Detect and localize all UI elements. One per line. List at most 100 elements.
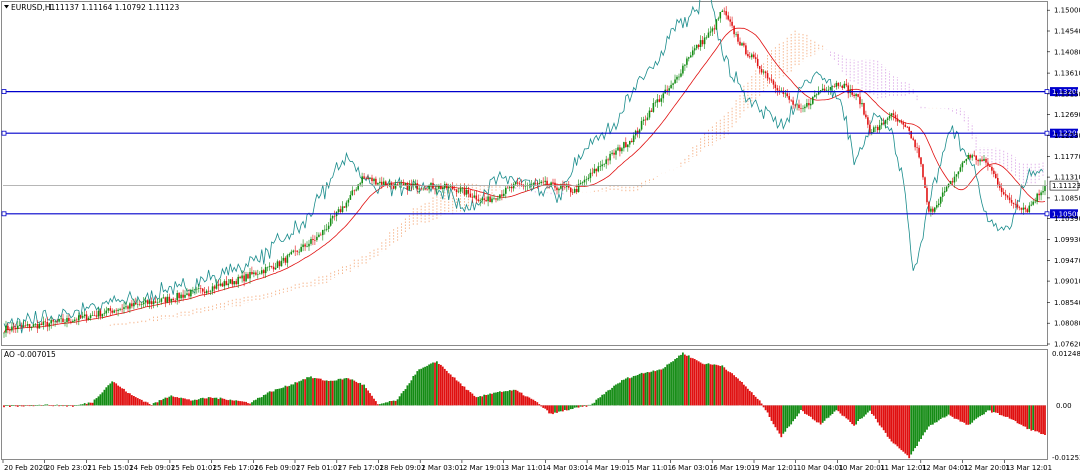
candle-body: [473, 195, 476, 198]
ao-bar: [703, 364, 706, 406]
ao-bar: [625, 378, 627, 406]
ao-bar: [428, 364, 430, 406]
ao-bar: [660, 369, 663, 406]
ao-bar: [7, 405, 9, 406]
candle-body: [642, 119, 645, 121]
ao-bar: [491, 393, 493, 406]
ao-bar: [571, 405, 574, 409]
candle-body: [922, 164, 924, 178]
ao-bar: [560, 405, 562, 412]
ao-bar: [1016, 405, 1019, 424]
ao-bar: [207, 397, 210, 406]
ao-bar: [876, 405, 879, 423]
ao-bar: [847, 405, 850, 420]
ao-bar: [152, 403, 155, 406]
ao-bar: [286, 386, 289, 406]
candle-body: [467, 189, 470, 194]
ao-bar: [432, 362, 434, 406]
candle-body: [776, 88, 779, 91]
candle-body: [640, 121, 643, 130]
candle-body: [402, 183, 405, 186]
candle-body: [176, 293, 178, 301]
ao-bar: [127, 393, 129, 406]
ao-bar: [329, 380, 332, 406]
candle-body: [760, 69, 763, 73]
ao-bar: [729, 372, 732, 406]
ao-bar: [321, 380, 324, 406]
ao-bar: [3, 405, 5, 408]
candle-body: [105, 310, 108, 314]
time-tick-label: 5 Mar 11:01: [630, 464, 672, 472]
candle-body: [581, 182, 584, 184]
candle-body: [768, 78, 771, 80]
candle-body: [251, 272, 253, 275]
candle-body: [857, 94, 859, 97]
ao-bar: [723, 367, 726, 406]
candle-body: [754, 57, 757, 59]
ao-bar: [900, 405, 903, 451]
candle-body: [611, 152, 613, 154]
candle-body: [989, 165, 991, 167]
ao-bar: [323, 380, 326, 406]
candle-body: [327, 225, 330, 229]
ao-bar: [217, 399, 220, 406]
ao-bar: [257, 397, 259, 406]
ao-bar: [363, 384, 365, 406]
candle-body: [247, 274, 249, 279]
ao-bar: [935, 405, 938, 423]
price-tick-label: 1.13150: [1054, 90, 1080, 98]
candle-body: [24, 325, 27, 327]
candle-body: [200, 288, 202, 289]
ao-bar: [823, 405, 826, 421]
candle-body: [999, 184, 1001, 188]
candle-body: [928, 202, 930, 212]
price-tick-label: 1.09010: [1054, 278, 1080, 286]
ao-bar: [274, 389, 277, 406]
candle-body: [745, 45, 747, 55]
ao-bar: [536, 402, 539, 406]
ao-bar: [932, 405, 934, 425]
candle-body: [1024, 207, 1027, 210]
time-tick-label: 12 Mar 20:01: [964, 464, 1011, 472]
ao-bar: [402, 391, 405, 406]
ao-bar: [906, 405, 909, 456]
ao-bar: [371, 395, 373, 406]
ao-bar: [630, 377, 633, 406]
candle-body: [827, 89, 830, 91]
price-tick-label: 1.11770: [1054, 153, 1080, 161]
candle-body: [792, 100, 794, 105]
ao-bar: [882, 405, 885, 431]
candle-body: [329, 218, 332, 226]
candle-body: [184, 294, 186, 298]
ao-bar: [522, 395, 525, 406]
ao-bar: [939, 405, 942, 419]
candle-body: [113, 310, 115, 313]
candle-body: [394, 184, 397, 189]
ao-bar: [764, 405, 767, 411]
candle-body: [109, 308, 112, 311]
ao-bar: [943, 405, 946, 418]
ao-bar: [319, 378, 322, 406]
ao-bar: [32, 405, 35, 407]
candle-body: [152, 301, 155, 305]
ao-bar: [294, 382, 297, 406]
ao-bar: [833, 405, 836, 412]
ao-bar: [872, 405, 875, 416]
dropdown-triangle-icon[interactable]: [4, 5, 9, 9]
ao-bar: [697, 361, 700, 406]
time-tick-label: 20 Feb 2020: [4, 464, 48, 472]
candle-body: [318, 234, 320, 237]
trading-chart[interactable]: 1.132001.122001.105001.11123 1.150001.14…: [0, 0, 1080, 475]
ao-bar: [192, 400, 194, 406]
candle-body: [111, 310, 113, 313]
candle-body: [707, 32, 710, 38]
ao-bar: [178, 397, 180, 406]
candle-body: [867, 117, 869, 125]
ao-bar: [85, 403, 88, 406]
ao-bar: [461, 386, 464, 406]
ao-bar: [109, 383, 112, 406]
ao-bar: [623, 379, 625, 406]
candle-body: [381, 181, 383, 185]
ao-bar: [237, 400, 240, 406]
ao-bar: [524, 396, 527, 406]
